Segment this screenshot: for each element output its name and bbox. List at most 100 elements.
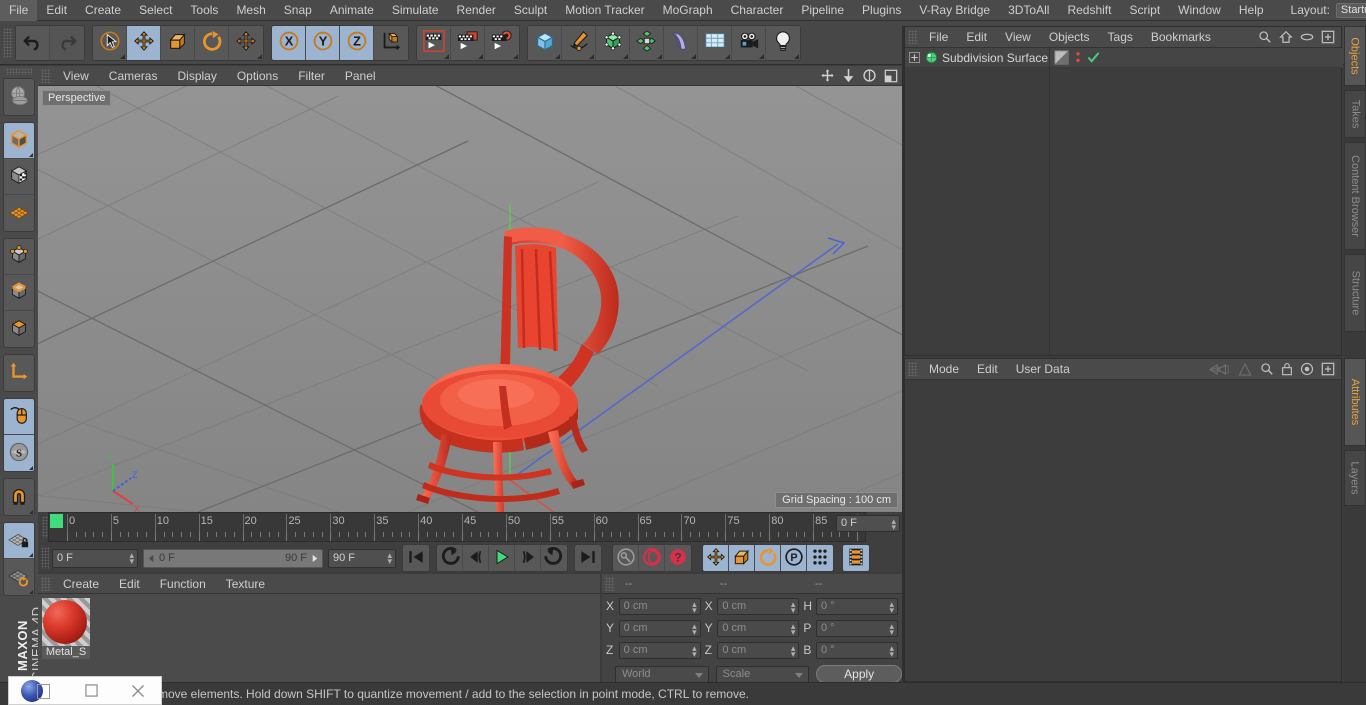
menu-item-select[interactable]: Select (130, 0, 181, 21)
pan-view-icon[interactable] (820, 68, 835, 83)
coordinates-rotation-field[interactable]: 0 ° ▴ ▾ (816, 641, 899, 659)
spinner-icon[interactable]: ▴ ▾ (791, 599, 796, 614)
tab-structure[interactable]: Structure (1344, 254, 1366, 332)
render-settings-button[interactable] (485, 25, 519, 60)
render-view-button[interactable] (417, 25, 451, 60)
minimize-window-button[interactable] (68, 677, 115, 704)
submenu-corner-icon[interactable] (759, 53, 764, 59)
tab-attributes[interactable]: Attributes (1344, 358, 1366, 446)
y-axis-button[interactable]: Y (306, 25, 340, 60)
apply-button[interactable]: Apply (816, 665, 902, 683)
timeline-playhead[interactable] (50, 514, 63, 528)
autokey-key-button[interactable] (613, 545, 639, 571)
left-toolbar-grip[interactable] (6, 68, 32, 75)
menu-item-redshift[interactable]: Redshift (1058, 0, 1120, 21)
menu-item-v-ray-bridge[interactable]: V-Ray Bridge (910, 0, 999, 21)
attributes-menu-user-data[interactable]: User Data (1007, 359, 1079, 380)
point-mode-button[interactable] (4, 239, 34, 275)
spinner-icon[interactable]: ▴ ▾ (692, 643, 697, 658)
magnet-tool-button[interactable] (4, 479, 34, 515)
viewport-menu-cameras[interactable]: Cameras (99, 66, 168, 86)
texture-mode-button[interactable] (4, 159, 34, 195)
add-tab-icon[interactable] (1321, 362, 1335, 376)
search-icon[interactable] (1258, 30, 1272, 44)
move-duplicate-button[interactable] (229, 25, 263, 60)
menu-item-animate[interactable]: Animate (321, 0, 383, 21)
autokeying-button[interactable]: ? (665, 545, 691, 571)
menu-item-sculpt[interactable]: Sculpt (505, 0, 556, 21)
attributes-menu-mode[interactable]: Mode (920, 359, 968, 380)
array-button[interactable] (630, 25, 664, 60)
menu-item-file[interactable]: File (0, 0, 38, 21)
spinner-icon[interactable]: ▴ ▾ (387, 550, 392, 565)
current-frame-field[interactable]: 0 F ▴ ▾ (52, 548, 138, 568)
enable-snap-button[interactable]: S (4, 435, 34, 471)
add-layer-icon[interactable] (1321, 30, 1335, 44)
rotate-view-icon[interactable] (862, 68, 877, 83)
world-coordinate-button[interactable] (374, 25, 408, 60)
play-button[interactable] (489, 545, 515, 571)
spline-pen-button[interactable] (562, 25, 596, 60)
material-menu-function[interactable]: Function (150, 574, 216, 594)
search-icon[interactable] (1260, 362, 1274, 376)
tab-layers[interactable]: Layers (1344, 450, 1366, 506)
menu-item-tools[interactable]: Tools (181, 0, 227, 21)
material-menu-texture[interactable]: Texture (216, 574, 275, 594)
coordinates-size-field[interactable]: 0 cm ▴ ▾ (717, 597, 800, 615)
viewport-grip[interactable] (41, 68, 51, 83)
spinner-icon[interactable]: ▴ ▾ (129, 550, 134, 565)
coordinates-position-field[interactable]: 0 cm ▴ ▾ (618, 641, 701, 659)
axis-modify-button[interactable] (4, 355, 34, 391)
viewport-menu-display[interactable]: Display (167, 66, 226, 86)
object-manager-grip[interactable] (908, 30, 918, 44)
spinner-icon[interactable]: ▴ ▾ (791, 621, 796, 636)
end-frame-field[interactable]: 90 F ▴ ▾ (328, 548, 396, 568)
timeline-filmstrip-button[interactable] (843, 545, 869, 571)
coordinates-size-field[interactable]: 0 cm ▴ ▾ (717, 641, 800, 659)
submenu-corner-icon[interactable] (589, 53, 594, 59)
submenu-corner-icon[interactable] (623, 53, 628, 59)
generator-button[interactable] (596, 25, 630, 60)
polygon-mode-button[interactable] (4, 311, 34, 347)
menu-item-render[interactable]: Render (448, 0, 505, 21)
record-position-button[interactable] (703, 545, 729, 571)
submenu-corner-icon[interactable] (29, 153, 33, 157)
viewport-menu-filter[interactable]: Filter (288, 66, 335, 86)
object-tree-column[interactable]: Subdivision Surface (905, 48, 1050, 357)
coordinates-rotation-field[interactable]: 0 ° ▴ ▾ (816, 597, 899, 615)
material-swatch[interactable] (42, 598, 90, 646)
menu-item-edit[interactable]: Edit (37, 0, 76, 21)
undo-button[interactable] (16, 25, 50, 60)
object-manager-menu-bookmarks[interactable]: Bookmarks (1142, 27, 1220, 48)
material-list[interactable]: Metal_S (38, 594, 600, 682)
submenu-corner-icon[interactable] (657, 53, 662, 59)
coordinate-mode-dropdown[interactable]: Scale (715, 665, 810, 683)
subdivision-surface-icon[interactable] (924, 50, 939, 65)
menu-item-script[interactable]: Script (1120, 0, 1169, 21)
step-forward-button[interactable] (515, 545, 541, 571)
submenu-corner-icon[interactable] (444, 53, 449, 59)
transport-grip[interactable] (41, 547, 49, 569)
submenu-corner-icon[interactable] (29, 510, 33, 514)
x-axis-button[interactable]: X (272, 25, 306, 60)
submenu-corner-icon[interactable] (257, 53, 262, 59)
go-to-start-button[interactable] (403, 545, 429, 571)
menu-item-snap[interactable]: Snap (275, 0, 321, 21)
menu-item-character[interactable]: Character (722, 0, 793, 21)
material-item[interactable]: Metal_S (42, 598, 90, 660)
expand-plus-icon[interactable] (909, 52, 920, 63)
submenu-corner-icon[interactable] (513, 53, 518, 59)
attributes-menu-edit[interactable]: Edit (968, 359, 1007, 380)
lock-icon[interactable] (1281, 362, 1293, 376)
point-dots-icon[interactable] (1074, 50, 1082, 65)
record-active-objects-button[interactable] (639, 545, 665, 571)
object-manager-menu-objects[interactable]: Objects (1040, 27, 1099, 48)
maximize-view-icon[interactable] (884, 69, 898, 83)
cube-primitive-button[interactable] (528, 25, 562, 60)
tab-takes[interactable]: Takes (1344, 90, 1366, 138)
spinner-icon[interactable]: ▴ ▾ (889, 621, 894, 636)
submenu-corner-icon[interactable] (478, 53, 483, 59)
record-parameter-button[interactable]: P (781, 545, 807, 571)
spinner-icon[interactable]: ▴ ▾ (692, 599, 697, 614)
live-selection-button[interactable] (93, 25, 127, 60)
